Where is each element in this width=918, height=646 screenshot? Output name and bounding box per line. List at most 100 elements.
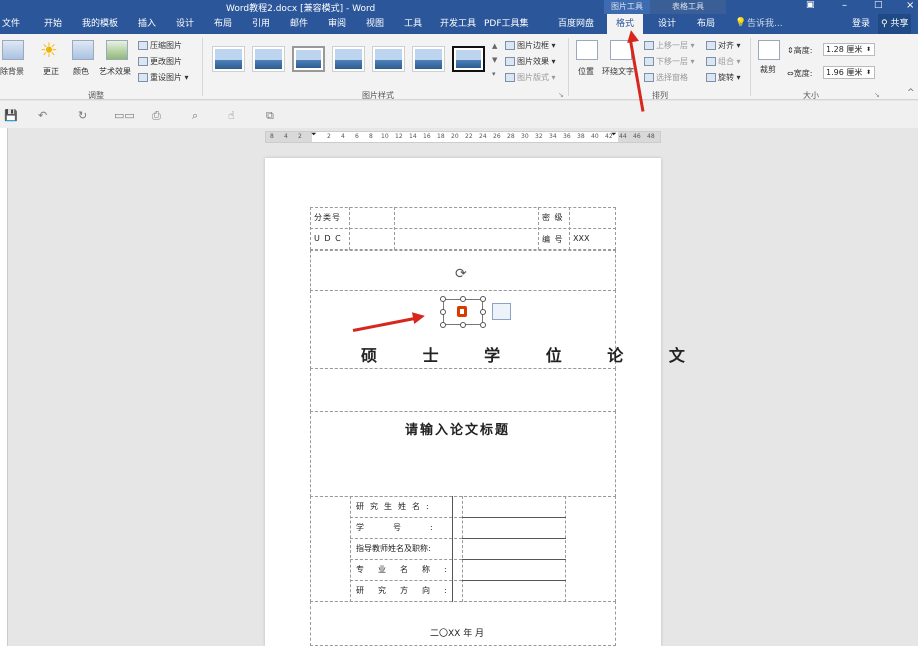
maximize-icon[interactable]: □	[874, 0, 883, 10]
artistic-effects-icon[interactable]	[106, 40, 128, 60]
ruler-tick: 28	[507, 133, 515, 140]
gallery-down-icon[interactable]: ▼	[492, 56, 497, 64]
remove-background-label[interactable]: 除背景	[0, 66, 24, 77]
bring-forward-icon	[644, 41, 654, 50]
undo-icon[interactable]: ↶	[38, 109, 47, 122]
thesis-title-placeholder[interactable]: 请输入论文标题	[405, 419, 510, 438]
picture-style-5[interactable]	[372, 46, 405, 72]
resize-handle[interactable]	[460, 322, 466, 328]
corrections-label[interactable]: 更正	[43, 66, 59, 77]
spinner-arrows-icon[interactable]: ⬍	[866, 44, 871, 55]
context-table-tools: 表格工具	[650, 0, 726, 14]
picture-style-4[interactable]	[332, 46, 365, 72]
send-backward-label: 下移一层	[656, 57, 688, 66]
wrap-text-label[interactable]: 环绕文字	[602, 66, 634, 77]
group-objects-button[interactable]: 组合 ▾	[706, 56, 741, 67]
dialog-launcher-icon[interactable]: ↘	[558, 91, 564, 99]
redo-icon[interactable]: ↻	[78, 109, 87, 122]
login-link[interactable]: 登录	[852, 14, 870, 34]
tab-baidu-netdisk[interactable]: 百度网盘	[558, 14, 594, 34]
reset-picture-button[interactable]: 重设图片 ▾	[138, 72, 189, 83]
close-icon[interactable]: ×	[906, 0, 914, 11]
picture-layout-label: 图片版式	[517, 73, 549, 82]
change-picture-button[interactable]: 更改图片	[138, 56, 182, 67]
tab-mailings[interactable]: 邮件	[290, 14, 308, 34]
resize-handle[interactable]	[480, 322, 486, 328]
serial-number-value[interactable]: XXX	[573, 234, 589, 243]
collapse-ribbon-icon[interactable]: ^	[907, 88, 915, 98]
align-button[interactable]: 对齐 ▾	[706, 40, 741, 51]
tab-home[interactable]: 开始	[44, 14, 62, 34]
quick-access-toolbar: 💾 ↶ ↻ ▭▭ ⎙ ⌕ ☝ ⧉	[0, 101, 918, 128]
tab-layout[interactable]: 布局	[214, 14, 232, 34]
picture-layout-button[interactable]: 图片版式 ▾	[505, 72, 556, 83]
resize-handle[interactable]	[480, 296, 486, 302]
picture-style-3[interactable]	[292, 46, 325, 72]
color-label[interactable]: 颜色	[73, 66, 89, 77]
layout-options-icon[interactable]	[492, 303, 511, 320]
position-icon[interactable]	[576, 40, 598, 60]
resize-handle[interactable]	[440, 322, 446, 328]
ruler-tick: 22	[465, 133, 473, 140]
zoom-icon[interactable]: ⌕	[192, 109, 198, 123]
dialog-launcher-icon[interactable]: ↘	[874, 91, 880, 99]
save-icon[interactable]: 💾	[4, 109, 18, 122]
remove-background-icon[interactable]	[2, 40, 24, 60]
picture-style-2[interactable]	[252, 46, 285, 72]
print-preview-icon[interactable]: ⎙	[152, 109, 161, 123]
tab-my-templates[interactable]: 我的模板	[82, 14, 118, 34]
height-input[interactable]: 1.28 厘米 ⬍	[823, 43, 875, 56]
tab-tools[interactable]: 工具	[404, 14, 422, 34]
picture-style-6[interactable]	[412, 46, 445, 72]
gallery-up-icon[interactable]: ▲	[492, 42, 497, 50]
resize-handle[interactable]	[480, 309, 486, 315]
tab-view[interactable]: 视图	[366, 14, 384, 34]
tab-table-layout[interactable]: 布局	[697, 14, 715, 34]
compress-pictures-button[interactable]: 压缩图片	[138, 40, 182, 51]
picture-style-1[interactable]	[212, 46, 245, 72]
class-number-label: 分类号	[314, 213, 341, 222]
picture-style-7[interactable]	[452, 46, 485, 72]
tab-table-design[interactable]: 设计	[658, 14, 676, 34]
touch-mode-icon[interactable]: ☝	[228, 109, 235, 122]
crop-label[interactable]: 裁剪	[760, 64, 776, 75]
two-pages-icon[interactable]: ▭▭	[114, 109, 135, 122]
rotate-button[interactable]: 旋转 ▾	[706, 72, 741, 83]
share-button[interactable]: ⚲ 共享	[878, 14, 912, 34]
ribbon: 除背景 ☀ 更正 颜色 艺术效果 压缩图片 更改图片 重设图片 ▾ 调整 ▲ ▼…	[0, 34, 918, 100]
date-line: 二〇XX 年 月	[430, 629, 485, 639]
ribbon-display-icon[interactable]: ▣	[806, 0, 815, 10]
picture-effects-button[interactable]: 图片效果 ▾	[505, 56, 556, 67]
tell-me-input[interactable]: 告诉我...	[747, 14, 783, 34]
tab-insert[interactable]: 插入	[138, 14, 156, 34]
resize-handle[interactable]	[460, 296, 466, 302]
spinner-arrows-icon[interactable]: ⬍	[866, 67, 871, 78]
minimize-icon[interactable]: –	[842, 0, 847, 11]
corrections-icon[interactable]: ☀	[40, 38, 58, 62]
ruler-tick: 2	[327, 133, 331, 140]
width-input[interactable]: 1.96 厘米 ⬍	[823, 66, 875, 79]
rotate-handle-icon[interactable]: ⟳	[455, 266, 467, 282]
tab-references[interactable]: 引用	[252, 14, 270, 34]
artistic-effects-label[interactable]: 艺术效果	[99, 66, 131, 77]
group-separator	[750, 38, 751, 96]
position-label[interactable]: 位置	[578, 66, 594, 77]
tab-design[interactable]: 设计	[176, 14, 194, 34]
crop-icon[interactable]	[758, 40, 780, 60]
tab-file[interactable]: 文件	[2, 14, 20, 34]
indent-marker-icon[interactable]: ⏷	[311, 130, 317, 139]
color-icon[interactable]	[72, 40, 94, 60]
send-backward-button[interactable]: 下移一层 ▾	[644, 56, 695, 67]
gallery-more-icon[interactable]: ▾	[492, 70, 496, 78]
tab-developer[interactable]: 开发工具	[440, 14, 476, 34]
horizontal-ruler[interactable]: 8 4 2 2 4 6 8 10 12 14 16 18 20 22 24 26…	[265, 130, 661, 143]
resize-handle[interactable]	[440, 309, 446, 315]
right-indent-marker-icon[interactable]: ⏷	[611, 130, 617, 139]
tab-review[interactable]: 审阅	[328, 14, 346, 34]
customize-icon[interactable]: ⧉	[266, 109, 274, 123]
picture-border-button[interactable]: 图片边框 ▾	[505, 40, 556, 51]
tab-pdf-tools[interactable]: PDF工具集	[484, 14, 529, 34]
selection-pane-button[interactable]: 选择窗格	[644, 72, 688, 83]
bring-forward-button[interactable]: 上移一层 ▾	[644, 40, 695, 51]
resize-handle[interactable]	[440, 296, 446, 302]
